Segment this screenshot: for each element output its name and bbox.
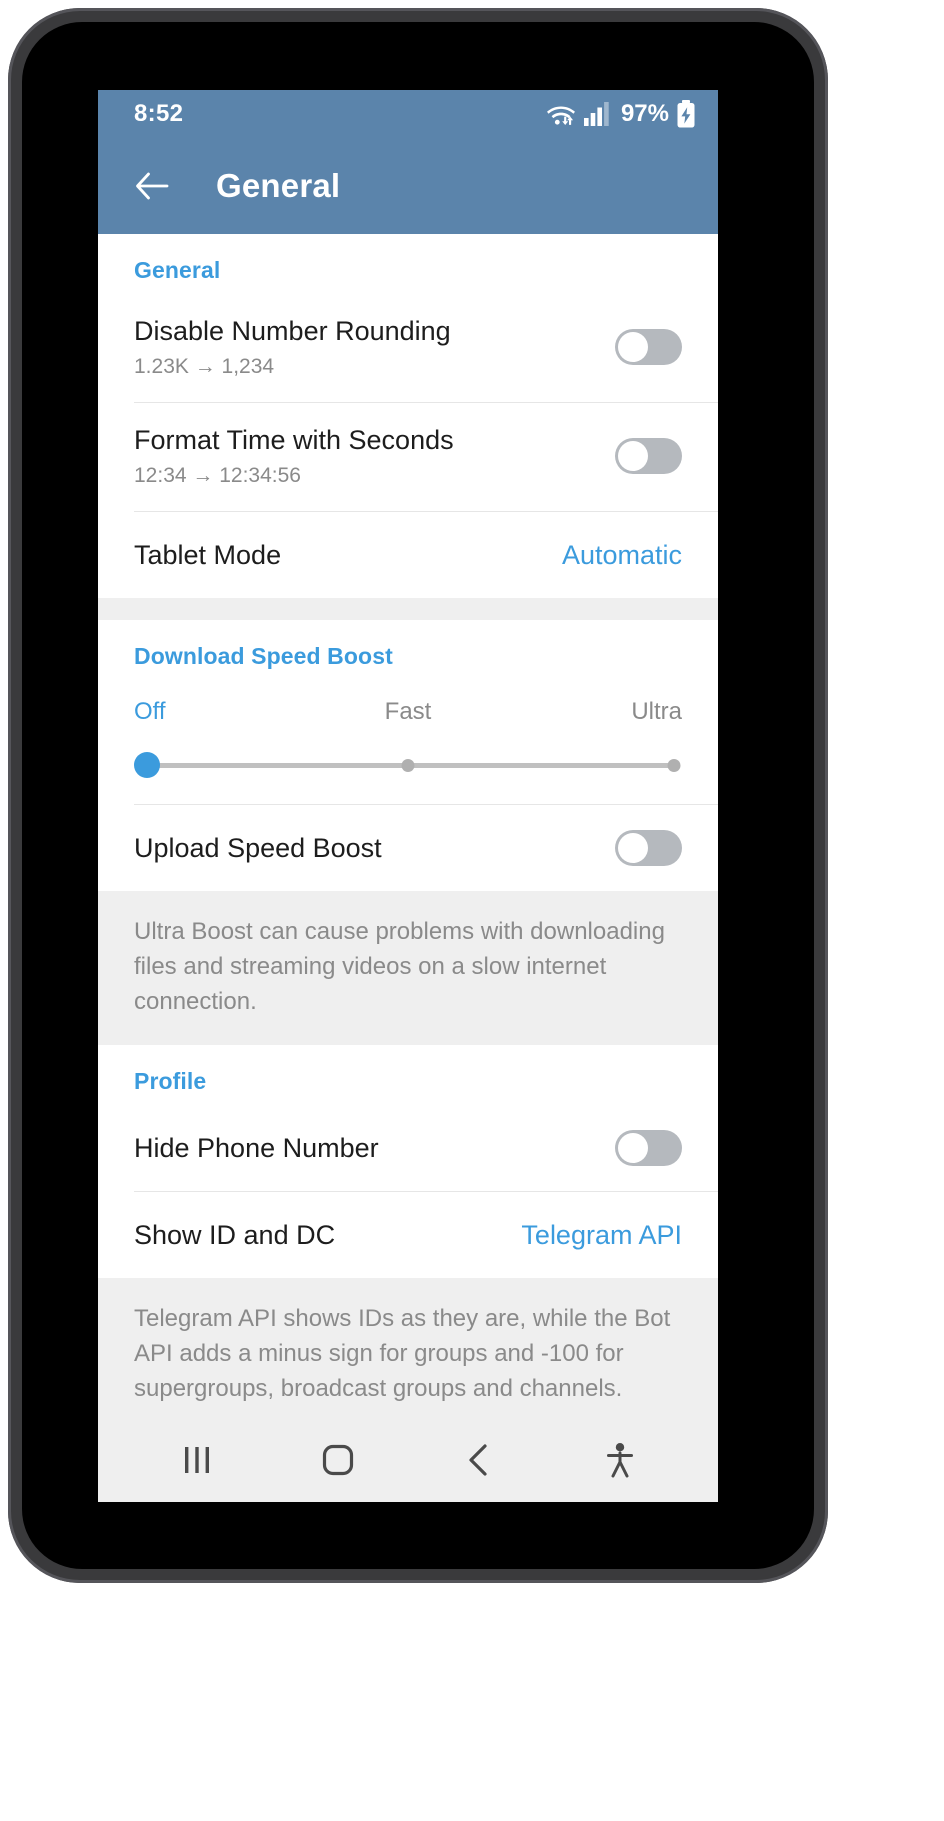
status-clock: 8:52 (134, 100, 184, 127)
note-download-speed-boost: Ultra Boost can cause problems with down… (98, 891, 718, 1046)
back-button[interactable] (443, 1424, 515, 1496)
accessibility-button[interactable] (584, 1424, 656, 1496)
home-button[interactable] (302, 1424, 374, 1496)
toggle-format-time-with-seconds[interactable] (615, 438, 682, 474)
status-indicators: 97% (545, 100, 696, 128)
toggle-disable-number-rounding[interactable] (615, 329, 682, 365)
toggle-hide-phone-number[interactable] (615, 1130, 682, 1167)
row-title: Hide Phone Number (134, 1133, 379, 1164)
phone-frame: 8:52 97% General General Disable Number … (8, 8, 828, 1583)
slider-label-ultra[interactable]: Ultra (499, 698, 682, 726)
recents-button[interactable] (161, 1424, 233, 1496)
section-profile: Profile Hide Phone Number Show ID and DC… (98, 1045, 718, 1279)
row-hide-phone-number[interactable]: Hide Phone Number (98, 1105, 718, 1191)
section-header-profile: Profile (134, 1068, 207, 1095)
row-format-time-with-seconds[interactable]: Format Time with Seconds 12:34 → 12:34:5… (98, 403, 718, 511)
row-text: Upload Speed Boost (134, 831, 615, 866)
row-show-id-and-dc[interactable]: Show ID and DC Telegram API (98, 1192, 718, 1278)
battery-percent-label: 97% (620, 100, 669, 127)
chevron-left-icon (468, 1444, 487, 1476)
slider-step-dot-ultra[interactable] (667, 758, 681, 772)
home-square-icon (322, 1444, 353, 1476)
slider-thumb[interactable] (134, 752, 160, 778)
section-gap (98, 598, 718, 620)
toggle-knob (618, 441, 648, 471)
row-title: Disable Number Rounding (134, 315, 451, 346)
slider-step-dot-fast[interactable] (401, 758, 415, 772)
android-navigation-bar (98, 1418, 718, 1502)
show-id-and-dc-value[interactable]: Telegram API (521, 1220, 682, 1251)
slider-labels: Off Fast Ultra (134, 698, 682, 726)
download-speed-boost-slider-block: Off Fast Ultra (98, 680, 718, 804)
row-upload-speed-boost[interactable]: Upload Speed Boost (98, 805, 718, 891)
row-tablet-mode[interactable]: Tablet Mode Automatic (98, 512, 718, 598)
phone-screen: 8:52 97% General General Disable Number … (98, 90, 718, 1502)
row-subtitle: 1.23K → 1,234 (134, 355, 275, 379)
row-title: Format Time with Seconds (134, 424, 454, 455)
accessibility-person-icon (606, 1443, 633, 1478)
device-stage: 8:52 97% General General Disable Number … (0, 0, 944, 1821)
row-disable-number-rounding[interactable]: Disable Number Rounding 1.23K → 1,234 (98, 294, 718, 402)
status-bar: 8:52 97% (98, 90, 718, 138)
row-title: Tablet Mode (134, 539, 282, 570)
row-text: Format Time with Seconds 12:34 → 12:34:5… (134, 423, 615, 490)
slider-label-off[interactable]: Off (134, 698, 317, 726)
app-bar: General (98, 138, 718, 234)
back-arrow-icon[interactable] (130, 164, 174, 208)
section-general: General Disable Number Rounding 1.23K → … (98, 234, 718, 598)
toggle-knob (618, 1133, 648, 1164)
page-title: General (216, 167, 341, 204)
row-text: Disable Number Rounding 1.23K → 1,234 (134, 314, 615, 381)
toggle-knob (618, 833, 648, 863)
battery-charging-icon (677, 100, 695, 128)
row-title: Upload Speed Boost (134, 832, 382, 863)
section-download-speed-boost: Download Speed Boost Off Fast Ultra Uplo… (98, 620, 718, 891)
section-header-download-speed-boost: Download Speed Boost (134, 643, 393, 669)
tablet-mode-value[interactable]: Automatic (562, 540, 682, 571)
wifi-icon (546, 106, 575, 125)
slider-label-fast[interactable]: Fast (317, 698, 500, 726)
note-profile: Telegram API shows IDs as they are, whil… (98, 1278, 718, 1433)
section-header-general: General (134, 257, 221, 283)
row-text: Tablet Mode (134, 538, 562, 573)
download-speed-boost-slider[interactable] (134, 752, 682, 778)
row-text: Hide Phone Number (134, 1131, 615, 1166)
row-title: Show ID and DC (134, 1220, 336, 1251)
toggle-knob (618, 332, 648, 362)
row-subtitle: 12:34 → 12:34:56 (134, 464, 301, 488)
row-text: Show ID and DC (134, 1218, 521, 1253)
toggle-upload-speed-boost[interactable] (615, 830, 682, 866)
settings-scroll-area[interactable]: General Disable Number Rounding 1.23K → … (98, 234, 718, 1502)
recents-icon (184, 1447, 209, 1473)
cellular-signal-icon (583, 102, 609, 126)
